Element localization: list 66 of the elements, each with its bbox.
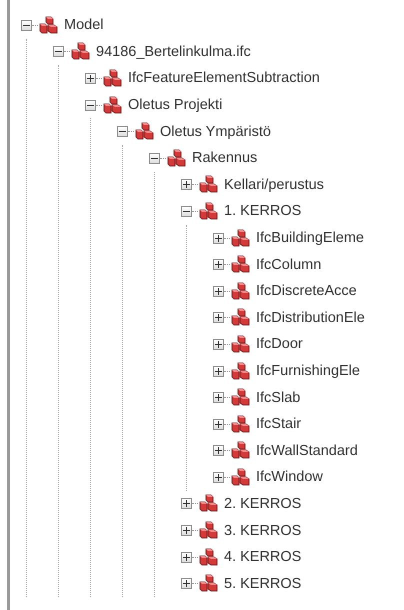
expand-button[interactable]	[213, 445, 224, 456]
expand-button[interactable]	[181, 552, 192, 563]
node-label[interactable]: Rakennus	[192, 150, 258, 166]
node-label[interactable]: IfcSlab	[256, 390, 300, 406]
cubes-icon	[167, 148, 187, 168]
node-label[interactable]: IfcWallStandard	[256, 442, 358, 459]
collapse-button[interactable]	[85, 100, 96, 111]
node-label[interactable]: 1. KERROS	[224, 203, 302, 220]
collapse-button[interactable]	[53, 46, 64, 58]
node-label[interactable]: IfcColumn	[256, 256, 322, 273]
node-label[interactable]: IfcStair	[256, 416, 302, 432]
expand-button[interactable]	[181, 179, 192, 190]
node-label[interactable]: IfcFeatureElementSubtraction	[128, 70, 320, 86]
cubes-icon	[231, 228, 251, 248]
cubes-icon	[231, 362, 251, 381]
node-label[interactable]: 5. KERROS	[224, 576, 302, 592]
cubes-icon	[231, 255, 251, 274]
expand-button[interactable]	[85, 72, 96, 84]
cubes-icon	[231, 468, 251, 487]
expand-button[interactable]	[213, 312, 224, 324]
node-label[interactable]: 94186_Bertelinkulma.ifc	[96, 44, 251, 60]
expand-button[interactable]	[213, 392, 224, 404]
expand-button[interactable]	[213, 366, 224, 377]
cubes-icon	[199, 521, 219, 540]
cubes-icon	[39, 16, 59, 35]
cubes-icon	[231, 308, 251, 328]
cubes-icon	[103, 68, 123, 88]
cubes-icon	[199, 175, 219, 194]
expand-button[interactable]	[213, 472, 224, 483]
cubes-icon	[231, 282, 251, 301]
expand-button[interactable]	[181, 525, 192, 536]
cubes-icon	[103, 96, 123, 115]
expand-button[interactable]	[181, 578, 192, 590]
cubes-icon	[231, 334, 251, 354]
node-label[interactable]: 2. KERROS	[224, 496, 302, 512]
node-label[interactable]: Oletus Projekti	[128, 97, 222, 114]
node-label[interactable]: 4. KERROS	[224, 549, 302, 566]
expand-button[interactable]	[213, 259, 224, 270]
cubes-icon	[231, 441, 251, 460]
cubes-icon	[199, 574, 219, 594]
node-label[interactable]: IfcDoor	[256, 336, 303, 352]
cubes-icon	[231, 414, 251, 434]
collapse-button[interactable]	[21, 20, 32, 31]
expand-button[interactable]	[213, 338, 224, 350]
expand-button[interactable]	[213, 286, 224, 297]
node-label[interactable]: Oletus Ympäristö	[160, 124, 271, 140]
node-label[interactable]: IfcWindow	[256, 469, 323, 486]
node-label[interactable]: IfcDiscreteAcce	[256, 283, 357, 300]
cubes-icon	[71, 42, 91, 62]
cubes-icon	[135, 122, 155, 142]
expand-button[interactable]	[213, 418, 224, 430]
cubes-icon	[199, 494, 219, 514]
collapse-button[interactable]	[117, 126, 128, 138]
node-label[interactable]: 3. KERROS	[224, 522, 302, 539]
cubes-icon	[199, 548, 219, 567]
expand-button[interactable]	[181, 498, 192, 510]
cubes-icon	[231, 388, 251, 408]
node-label[interactable]: IfcBuildingEleme	[256, 230, 364, 246]
node-label[interactable]: IfcFurnishingEle	[256, 363, 360, 380]
expand-button[interactable]	[213, 232, 224, 244]
node-label[interactable]: IfcDistributionEle	[256, 310, 365, 326]
cubes-icon	[199, 202, 219, 221]
node-label[interactable]: Kellari/perustus	[224, 176, 324, 193]
node-label[interactable]: Model	[64, 17, 104, 34]
collapse-button[interactable]	[181, 206, 192, 217]
collapse-button[interactable]	[149, 152, 160, 164]
